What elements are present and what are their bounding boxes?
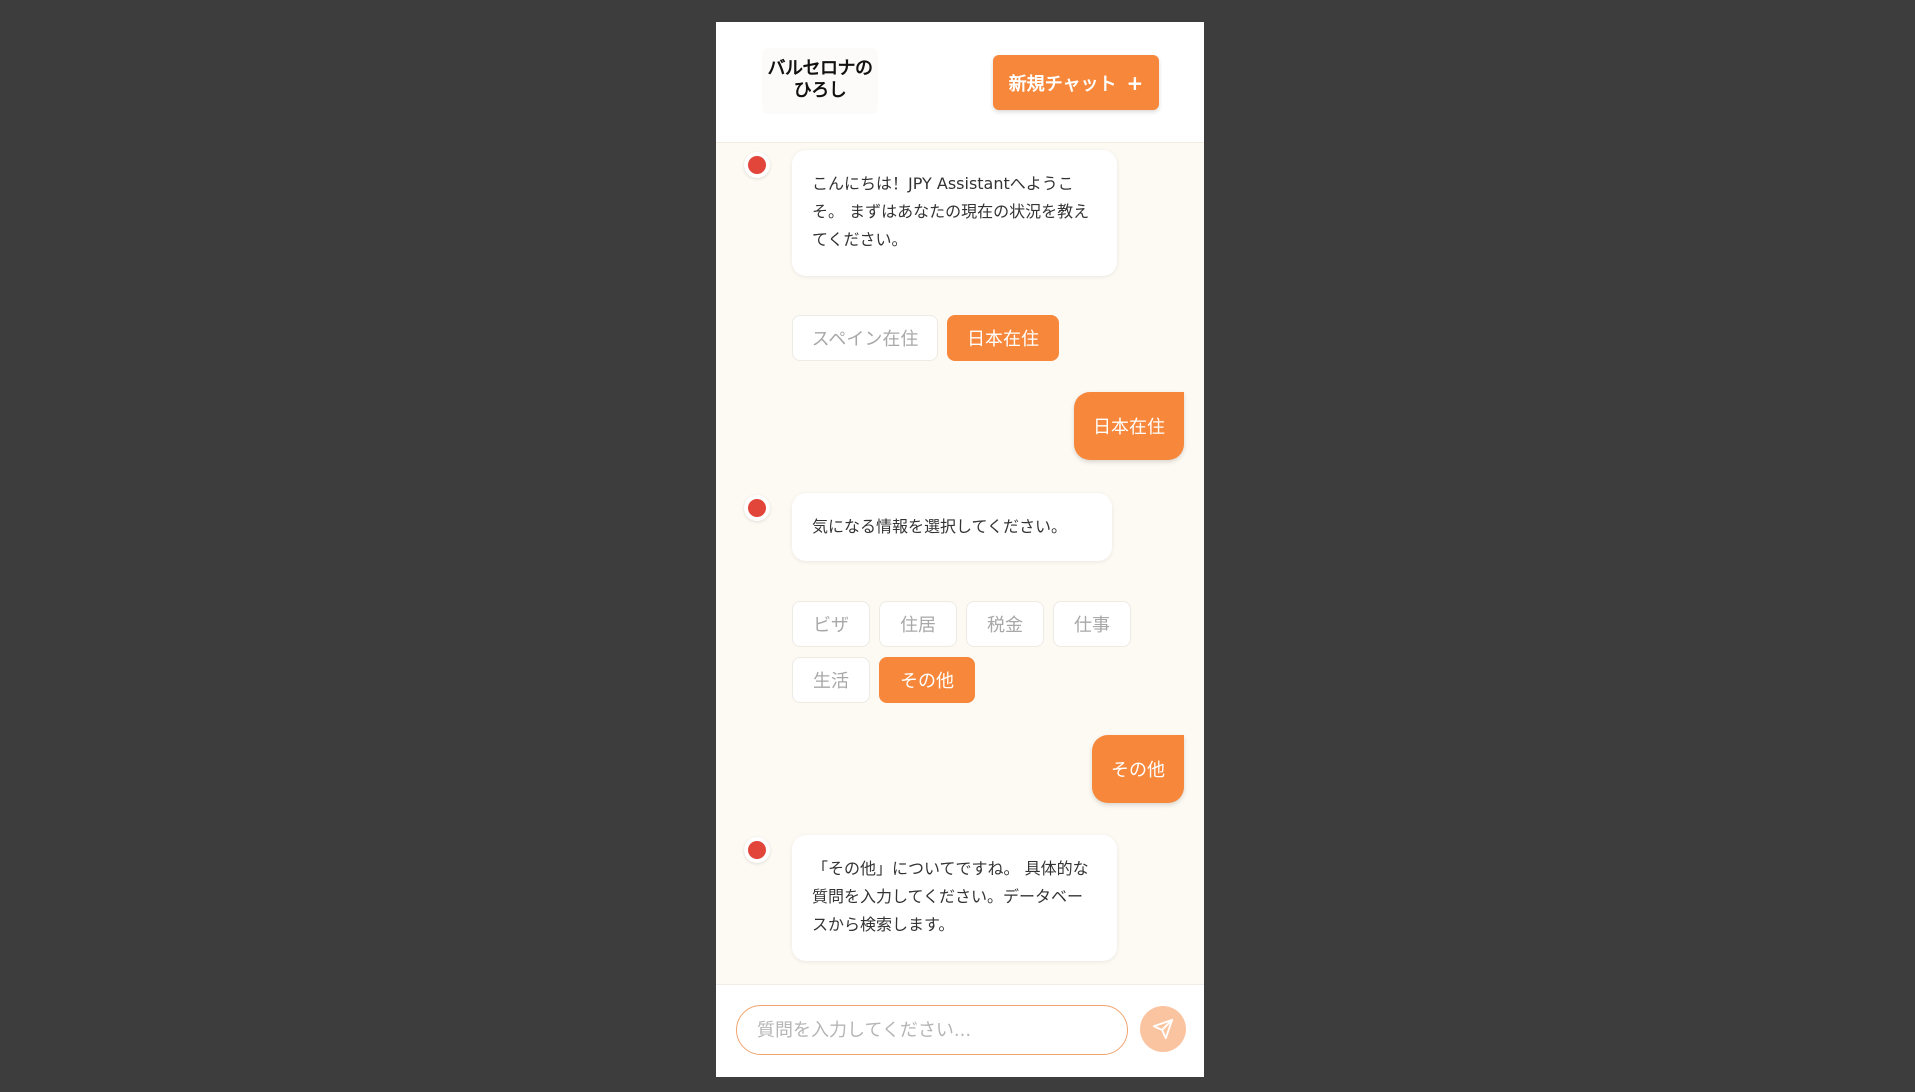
option-chip-spain[interactable]: スペイン在住	[792, 315, 938, 361]
send-button[interactable]	[1140, 1006, 1186, 1052]
user-message: その他	[1092, 735, 1184, 803]
message-input-bar	[716, 984, 1204, 1077]
question-input[interactable]	[736, 1005, 1128, 1055]
user-message: 日本在住	[1074, 392, 1184, 460]
option-chip-work[interactable]: 仕事	[1053, 601, 1131, 647]
send-icon	[1152, 1018, 1174, 1040]
plus-icon: +	[1126, 70, 1144, 95]
new-chat-label: 新規チャット	[1008, 73, 1117, 95]
option-chip-visa[interactable]: ビザ	[792, 601, 870, 647]
option-chip-other[interactable]: その他	[879, 657, 975, 703]
option-chip-japan[interactable]: 日本在住	[947, 315, 1059, 361]
new-chat-button[interactable]: 新規チャット +	[993, 55, 1159, 110]
chat-window: バルセロナの ひろし 新規チャット + こんにちは！JPY Assistantへ…	[716, 22, 1204, 1077]
logo-line-2: ひろし	[793, 80, 847, 101]
option-chip-tax[interactable]: 税金	[966, 601, 1044, 647]
bot-message: 気になる情報を選択してください。	[792, 493, 1112, 561]
bot-message: こんにちは！JPY Assistantへようこそ。 まずはあなたの現在の状況を教…	[792, 150, 1117, 276]
app-logo: バルセロナの ひろし	[762, 48, 878, 114]
logo-line-1: バルセロナの	[767, 58, 874, 79]
bot-avatar-icon	[744, 837, 770, 863]
bot-avatar-icon	[744, 152, 770, 178]
option-chip-housing[interactable]: 住居	[879, 601, 957, 647]
chat-header: バルセロナの ひろし 新規チャット +	[716, 22, 1204, 143]
bot-message: 「その他」についてですね。 具体的な質問を入力してください。データベースから検索…	[792, 835, 1117, 961]
bot-avatar-icon	[744, 495, 770, 521]
option-chip-life[interactable]: 生活	[792, 657, 870, 703]
